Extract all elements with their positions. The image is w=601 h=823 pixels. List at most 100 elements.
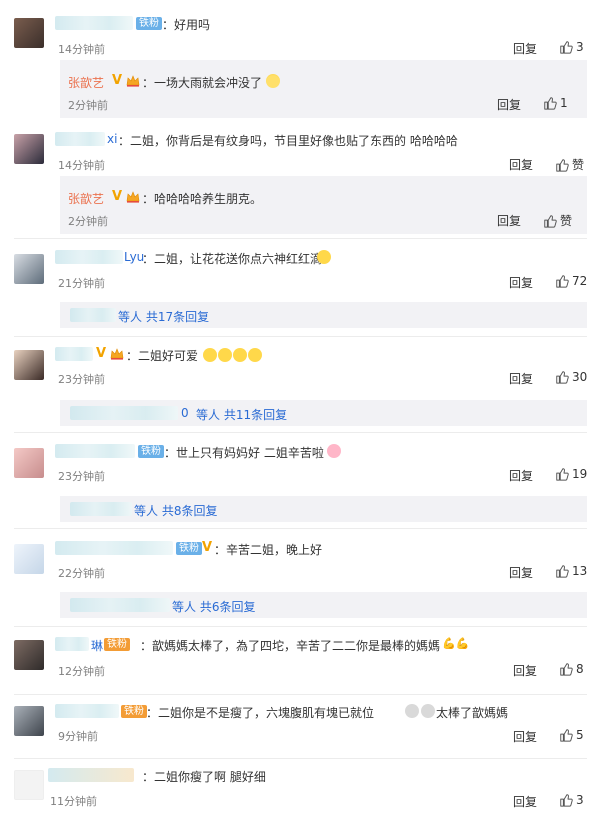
comment-time: 12分钟前	[58, 665, 105, 678]
love-emoji-icon	[233, 347, 247, 362]
crown-icon	[126, 191, 140, 203]
thumb-up-icon	[555, 158, 569, 172]
reply-time: 2分钟前	[68, 99, 108, 112]
username-blurred	[70, 406, 178, 420]
emoji-group	[202, 347, 262, 362]
username-blurred[interactable]	[55, 704, 119, 718]
username-blurred[interactable]	[55, 444, 135, 458]
comment-time: 9分钟前	[58, 730, 98, 743]
username-blurred[interactable]	[48, 768, 134, 782]
like-button[interactable]: 19	[555, 467, 587, 481]
reply-button[interactable]: 回复	[497, 96, 521, 113]
reply-button[interactable]: 回复	[509, 156, 533, 173]
like-button[interactable]: 3	[559, 40, 584, 54]
reply-button[interactable]: 回复	[509, 564, 533, 581]
reply-button[interactable]: 回复	[509, 274, 533, 291]
love-emoji-icon	[218, 347, 232, 362]
like-button[interactable]: 30	[555, 370, 587, 384]
comment-text: ：二姐，你背后是有纹身吗，节目里好像也贴了东西的 哈哈哈哈	[118, 134, 458, 148]
like-count: 13	[572, 564, 588, 578]
avatar[interactable]	[14, 350, 44, 380]
like-button[interactable]: 1	[543, 96, 568, 110]
like-count: 1	[560, 96, 568, 110]
avatar[interactable]	[14, 544, 44, 574]
comment-time: 22分钟前	[58, 567, 105, 580]
like-button[interactable]: 5	[559, 728, 584, 742]
username-blurred[interactable]	[55, 541, 173, 555]
like-count: 3	[576, 793, 584, 807]
comment-text: ：歆媽媽太棒了，為了四坨，辛苦了二二你是最棒的媽媽	[140, 639, 441, 653]
reply-text: ：一场大雨就会冲没了	[142, 76, 263, 90]
face-emoji-icon	[405, 704, 419, 718]
comment-text: ：世上只有妈妈好 二姐辛苦啦	[164, 446, 324, 460]
thumb-up-icon	[543, 214, 557, 228]
username-blurred[interactable]	[55, 16, 133, 30]
like-button[interactable]: 3	[559, 793, 584, 807]
comment-6: 铁粉 V ：辛苦二姐，晚上好 22分钟前 回复 13	[0, 528, 601, 590]
like-button[interactable]: 8	[559, 662, 584, 676]
avatar[interactable]	[14, 448, 44, 478]
thumb-up-icon	[559, 662, 573, 676]
comment-time: 11分钟前	[50, 795, 97, 808]
reply-button[interactable]: 回复	[509, 467, 533, 484]
like-count: 19	[572, 467, 588, 481]
more-replies-link[interactable]: 等人 共11条回复	[196, 406, 287, 423]
like-button[interactable]: 赞	[543, 212, 572, 229]
comment-time: 23分钟前	[58, 470, 105, 483]
reply-button[interactable]: 回复	[509, 370, 533, 387]
reply-text: ：哈哈哈哈养生朋克。	[142, 192, 263, 206]
thumb-up-icon	[555, 467, 569, 481]
username-blurred[interactable]	[55, 250, 123, 264]
avatar[interactable]	[14, 134, 44, 164]
username-blurred[interactable]	[55, 132, 105, 146]
muscle-emoji-icon: 💪💪	[442, 637, 470, 650]
comment-2: xi ：二姐，你背后是有纹身吗，节目里好像也贴了东西的 哈哈哈哈 14分钟前 回…	[0, 118, 601, 176]
fan-badge: 铁粉	[104, 638, 130, 651]
comment-time: 21分钟前	[58, 277, 105, 290]
like-label: 赞	[560, 214, 573, 228]
comment-8: 铁粉 ：二姐你是不是瘦了，六塊腹肌有塊已就位 太棒了歆媽媽 9分钟前 回复 5	[0, 694, 601, 756]
avatar[interactable]	[14, 770, 44, 800]
username-blurred[interactable]	[55, 347, 93, 361]
more-replies-link[interactable]: 等人 共6条回复	[172, 598, 255, 615]
more-replies-prefix: 0	[181, 406, 189, 420]
avatar[interactable]	[14, 18, 44, 48]
verified-v-icon: V	[112, 189, 123, 204]
fan-badge: 铁粉	[121, 705, 147, 718]
reply-button[interactable]: 回复	[497, 212, 521, 229]
thumb-up-icon	[555, 274, 569, 288]
reply-button[interactable]: 回复	[513, 40, 537, 57]
reply-username[interactable]: 张歆艺	[68, 74, 104, 91]
username-blurred	[70, 598, 170, 612]
reply-button[interactable]: 回复	[513, 728, 537, 745]
reply-button[interactable]: 回复	[513, 793, 537, 810]
crown-icon	[126, 75, 140, 87]
reply-1: 张歆艺 V ：一场大雨就会冲没了 2分钟前 回复 1	[0, 60, 601, 118]
face-emoji-icon	[421, 704, 435, 718]
avatar[interactable]	[14, 254, 44, 284]
more-replies-link[interactable]: 等人 共17条回复	[118, 308, 209, 325]
comment-text: ：二姐你是不是瘦了，六塊腹肌有塊已就位	[146, 706, 375, 720]
verified-v-icon: V	[96, 346, 107, 361]
like-button[interactable]: 13	[555, 564, 587, 578]
like-button[interactable]: 72	[555, 274, 587, 288]
username-blurred[interactable]	[55, 637, 89, 651]
comment-text: ：二姐你瘦了啊 腿好细	[142, 770, 266, 784]
more-replies-link[interactable]: 等人 共8条回复	[134, 502, 217, 519]
username[interactable]: xi	[107, 132, 117, 146]
avatar[interactable]	[14, 640, 44, 670]
comment-time: 14分钟前	[58, 43, 105, 56]
verified-v-icon: V	[202, 540, 213, 555]
comment-3: Lyu ：二姐，让花花送你点六神红红滴 21分钟前 回复 72	[0, 238, 601, 300]
like-count: 5	[576, 728, 584, 742]
comment-text: ：辛苦二姐，晚上好	[214, 543, 323, 557]
reply-button[interactable]: 回复	[513, 662, 537, 679]
like-button[interactable]: 赞	[555, 156, 584, 173]
verified-v-icon: V	[112, 73, 123, 88]
love-emoji-icon	[248, 347, 262, 362]
reply-username[interactable]: 张歆艺	[68, 190, 104, 207]
pig-emoji-icon	[327, 444, 341, 458]
username[interactable]: 琳	[91, 637, 103, 654]
avatar[interactable]	[14, 706, 44, 736]
reply-time: 2分钟前	[68, 215, 108, 228]
